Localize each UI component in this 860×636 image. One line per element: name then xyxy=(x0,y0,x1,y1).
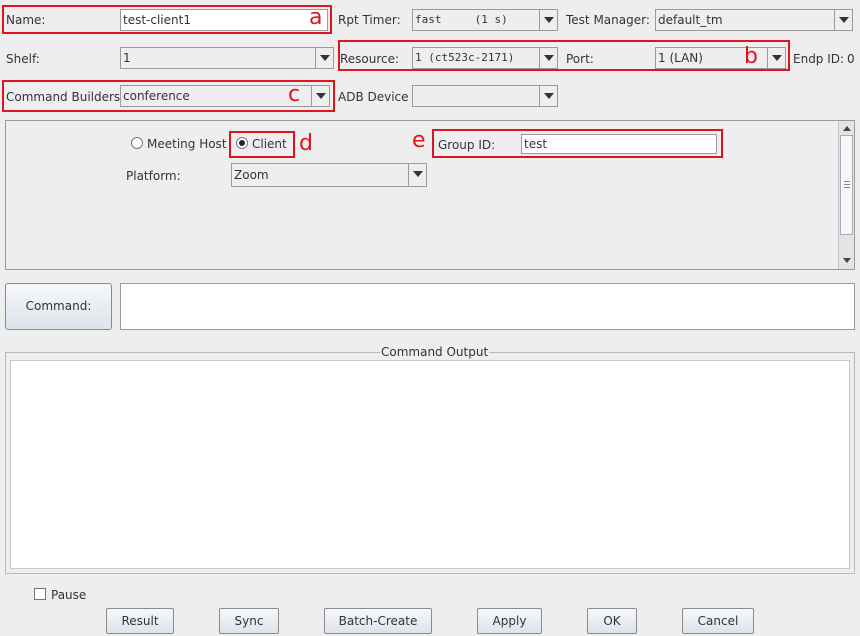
config-scrollbar[interactable] xyxy=(838,121,854,269)
annotation-label-c: c xyxy=(288,82,301,107)
name-input[interactable]: test-client1 xyxy=(120,9,328,31)
endp-id-value: 0 xyxy=(847,52,855,66)
test-manager-value: default_tm xyxy=(658,13,723,27)
rpt-timer-value: fast (1 s) xyxy=(415,13,508,26)
client-radio[interactable] xyxy=(236,137,248,149)
resource-select[interactable]: 1 (ct523c-2171) xyxy=(412,47,558,69)
chevron-down-icon[interactable] xyxy=(311,86,329,106)
batch-create-button[interactable]: Batch-Create xyxy=(324,608,432,634)
platform-select[interactable]: Zoom xyxy=(231,163,427,187)
result-button[interactable]: Result xyxy=(106,608,174,634)
command-output-title: Command Output xyxy=(380,345,490,359)
client-label: Client xyxy=(252,137,287,151)
endp-id-label: Endp ID: xyxy=(793,52,845,66)
sync-button[interactable]: Sync xyxy=(219,608,279,634)
shelf-value: 1 xyxy=(123,51,131,65)
rpt-timer-label: Rpt Timer: xyxy=(338,13,401,27)
adb-device-label: ADB Device xyxy=(338,90,409,104)
chevron-down-icon[interactable] xyxy=(408,164,426,186)
command-builders-value: conference xyxy=(123,89,190,103)
test-manager-label: Test Manager: xyxy=(566,13,650,27)
meeting-host-label: Meeting Host xyxy=(147,137,227,151)
group-id-label: Group ID: xyxy=(438,138,496,152)
annotation-label-b: b xyxy=(744,44,758,69)
chevron-down-icon[interactable] xyxy=(834,10,852,30)
chevron-down-icon[interactable] xyxy=(539,86,557,106)
ok-button[interactable]: OK xyxy=(587,608,637,634)
apply-button[interactable]: Apply xyxy=(477,608,542,634)
resource-value: 1 (ct523c-2171) xyxy=(415,51,515,64)
chevron-down-icon[interactable] xyxy=(315,48,333,68)
annotation-label-d: d xyxy=(299,131,313,156)
meeting-host-radio[interactable] xyxy=(131,137,143,149)
port-label: Port: xyxy=(566,52,594,66)
command-output-area[interactable] xyxy=(10,360,850,569)
command-button[interactable]: Command: xyxy=(5,283,112,330)
name-label: Name: xyxy=(6,13,46,27)
command-input[interactable] xyxy=(120,283,855,330)
pause-label: Pause xyxy=(51,588,87,602)
port-select[interactable]: 1 (LAN) xyxy=(655,47,786,69)
resource-label: Resource: xyxy=(340,52,400,66)
chevron-down-icon[interactable] xyxy=(539,10,557,30)
adb-device-select[interactable] xyxy=(412,85,558,107)
command-builders-label: Command Builders xyxy=(6,90,121,104)
scroll-down-icon[interactable] xyxy=(843,258,851,263)
scroll-up-icon[interactable] xyxy=(843,126,851,131)
shelf-label: Shelf: xyxy=(6,52,40,66)
group-id-input[interactable]: test xyxy=(521,134,717,154)
rpt-timer-select[interactable]: fast (1 s) xyxy=(412,9,558,31)
pause-checkbox[interactable] xyxy=(34,588,46,600)
test-manager-select[interactable]: default_tm xyxy=(655,9,853,31)
annotation-label-e: e xyxy=(412,128,426,153)
shelf-select[interactable]: 1 xyxy=(120,47,334,69)
scrollbar-thumb[interactable] xyxy=(840,135,853,235)
port-value: 1 (LAN) xyxy=(658,51,703,65)
cancel-button[interactable]: Cancel xyxy=(682,608,754,634)
chevron-down-icon[interactable] xyxy=(767,48,785,68)
chevron-down-icon[interactable] xyxy=(539,48,557,68)
platform-label: Platform: xyxy=(126,169,181,183)
annotation-label-a: a xyxy=(309,5,323,30)
platform-value: Zoom xyxy=(234,168,269,182)
